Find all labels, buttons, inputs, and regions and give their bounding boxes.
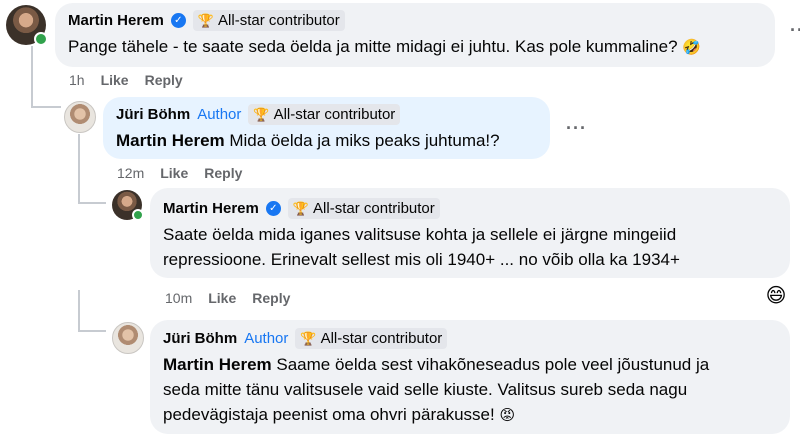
like-button[interactable]: Like bbox=[101, 72, 129, 88]
comment-line: seda mitte tänu valitsusele vaid selle k… bbox=[163, 380, 688, 399]
more-options-icon[interactable]: ··· bbox=[566, 118, 587, 139]
comment-body: pedevägistaja peenist oma ohvri pärakuss… bbox=[163, 405, 495, 424]
timestamp[interactable]: 10m bbox=[165, 290, 192, 306]
comment-header: Jüri Böhm Author 🏆 All-star contributor bbox=[116, 104, 401, 125]
rofl-emoji-icon: 🤣 bbox=[682, 39, 701, 56]
author-name[interactable]: Jüri Böhm bbox=[163, 330, 237, 347]
comment-actions: 10m Like Reply bbox=[165, 290, 290, 306]
comment-body: Saame öelda sest vihakõneseadus pole vee… bbox=[271, 355, 710, 374]
mention-link[interactable]: Martin Herem bbox=[163, 355, 272, 374]
comment-line: pedevägistaja peenist oma ohvri pärakuss… bbox=[163, 402, 783, 428]
contributor-badge[interactable]: 🏆 All-star contributor bbox=[287, 198, 440, 219]
trophy-icon: 🏆 bbox=[292, 200, 310, 216]
avatar[interactable] bbox=[112, 322, 144, 354]
author-name[interactable]: Martin Herem bbox=[68, 12, 164, 29]
timestamp[interactable]: 1h bbox=[69, 72, 85, 88]
badge-label: All-star contributor bbox=[313, 200, 435, 217]
thread-line bbox=[78, 330, 106, 332]
author-name[interactable]: Martin Herem bbox=[163, 200, 259, 217]
more-options-icon[interactable]: ··· bbox=[790, 20, 800, 41]
like-button[interactable]: Like bbox=[208, 290, 236, 306]
badge-label: All-star contributor bbox=[273, 106, 396, 123]
comment-text: Martin Herem Mida öelda ja miks peaks ju… bbox=[116, 128, 546, 153]
angry-emoji-icon: 😡 bbox=[499, 407, 516, 424]
comment-text: Pange tähele - te saate seda öelda ja mi… bbox=[68, 34, 768, 60]
mention-link[interactable]: Martin Herem bbox=[116, 131, 225, 150]
reply-button[interactable]: Reply bbox=[145, 72, 183, 88]
verified-icon: ✓ bbox=[170, 13, 186, 28]
reply-button[interactable]: Reply bbox=[252, 290, 290, 306]
author-name[interactable]: Jüri Böhm bbox=[116, 106, 190, 123]
author-label: Author bbox=[244, 330, 289, 347]
contributor-badge[interactable]: 🏆 All-star contributor bbox=[248, 104, 401, 125]
trophy-icon: 🏆 bbox=[197, 12, 215, 28]
comment-line: repressioone. Erinevalt sellest mis oli … bbox=[163, 250, 680, 269]
comment-text: Saate öelda mida iganes valitsuse kohta … bbox=[163, 222, 783, 272]
avatar[interactable] bbox=[112, 190, 144, 221]
comment-body: Pange tähele - te saate seda öelda ja mi… bbox=[68, 37, 678, 56]
trophy-icon: 🏆 bbox=[253, 106, 270, 122]
avatar[interactable] bbox=[64, 101, 96, 133]
trophy-icon: 🏆 bbox=[300, 330, 317, 346]
avatar[interactable] bbox=[6, 5, 48, 46]
verified-icon: ✓ bbox=[265, 201, 281, 216]
badge-label: All-star contributor bbox=[218, 12, 340, 29]
comment-line: Martin Herem Saame öelda sest vihakõnese… bbox=[163, 352, 783, 377]
reply-button[interactable]: Reply bbox=[204, 165, 242, 181]
badge-label: All-star contributor bbox=[320, 330, 443, 347]
thread-line bbox=[78, 134, 80, 204]
comment-header: Jüri Böhm Author 🏆 All-star contributor bbox=[163, 328, 448, 349]
thread-line bbox=[78, 290, 80, 332]
thread-line bbox=[31, 106, 61, 108]
comment-line: Saate öelda mida iganes valitsuse kohta … bbox=[163, 225, 677, 244]
comment-actions: 1h Like Reply bbox=[69, 72, 183, 88]
author-label: Author bbox=[197, 106, 242, 123]
online-status-indicator bbox=[132, 209, 144, 221]
comment-header: Martin Herem ✓ 🏆 All-star contributor bbox=[163, 198, 440, 219]
comment-text: Martin Herem Saame öelda sest vihakõnese… bbox=[163, 352, 783, 428]
online-status-indicator bbox=[34, 32, 48, 46]
thread-line bbox=[31, 46, 33, 108]
contributor-badge[interactable]: 🏆 All-star contributor bbox=[295, 328, 448, 349]
comment-header: Martin Herem ✓ 🏆 All-star contributor bbox=[68, 10, 345, 31]
reaction-laughing-emoji-icon[interactable]: 😄 bbox=[763, 282, 789, 308]
comment-actions: 12m Like Reply bbox=[117, 165, 242, 181]
contributor-badge[interactable]: 🏆 All-star contributor bbox=[192, 10, 345, 31]
thread-line bbox=[78, 202, 106, 204]
comment-body: Mida öelda ja miks peaks juhtuma!? bbox=[224, 131, 500, 150]
timestamp[interactable]: 12m bbox=[117, 165, 144, 181]
like-button[interactable]: Like bbox=[160, 165, 188, 181]
